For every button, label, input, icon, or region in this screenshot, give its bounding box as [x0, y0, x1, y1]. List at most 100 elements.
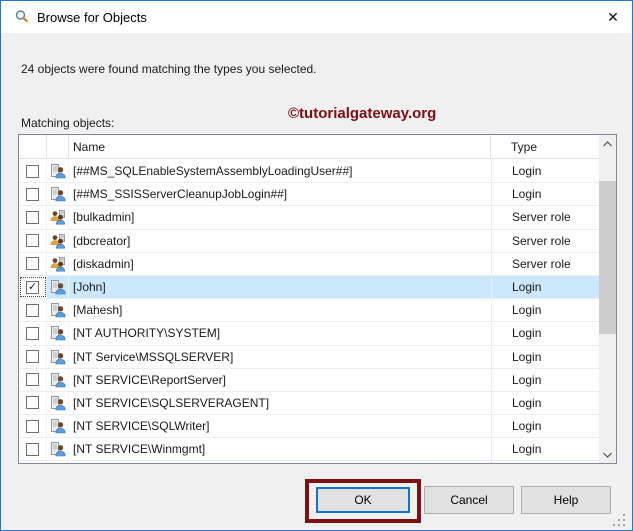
titlebar: Browse for Objects ✕	[1, 1, 632, 33]
ok-button[interactable]: OK	[316, 487, 410, 513]
table-row[interactable]: [NT Service\MSSQLSERVER] Login	[19, 345, 599, 369]
table-row[interactable]: [NT AUTHORITY\SYSTEM] Login	[19, 322, 599, 346]
row-checkbox-cell	[19, 299, 47, 322]
matching-objects-list: Name Type [##MS_SQLEnableSystemAssemblyL…	[18, 134, 617, 464]
results-message: 24 objects were found matching the types…	[21, 62, 317, 76]
table-row[interactable]: [NT SERVICE\SQLWriter] Login	[19, 415, 599, 439]
object-name: [NT SERVICE\SQLWriter]	[73, 419, 210, 434]
row-checkbox[interactable]	[26, 442, 39, 456]
object-name: [NT AUTHORITY\SYSTEM]	[73, 326, 221, 341]
login-icon	[47, 415, 69, 438]
row-checkbox-cell	[19, 368, 47, 391]
object-name: [diskadmin]	[73, 256, 134, 271]
dialog-title: Browse for Objects	[37, 10, 147, 25]
table-row[interactable]: [diskadmin] Server role	[19, 252, 599, 276]
watermark-text: ©tutorialgateway.org	[288, 105, 437, 122]
header-type-column[interactable]: Type	[491, 135, 599, 158]
object-name: [NT SERVICE\SQLSERVERAGENT]	[73, 395, 270, 410]
scroll-up-icon[interactable]	[599, 135, 616, 152]
object-rows: [##MS_SQLEnableSystemAssemblyLoadingUser…	[19, 160, 599, 463]
row-checkbox-cell	[19, 252, 47, 275]
object-name: [NT SERVICE\Winmgmt]	[73, 442, 206, 457]
row-checkbox[interactable]	[26, 396, 39, 410]
table-row[interactable]: [NT SERVICE\Winmgmt] Login	[19, 438, 599, 462]
row-checkbox[interactable]	[26, 257, 39, 271]
login-icon	[47, 299, 69, 322]
cancel-button[interactable]: Cancel	[424, 486, 514, 514]
object-type: Login	[491, 345, 599, 368]
table-row[interactable]: [NT SERVICE\ReportServer] Login	[19, 368, 599, 392]
server-role-icon	[47, 252, 69, 275]
object-type: Login	[491, 391, 599, 415]
login-icon	[47, 322, 69, 345]
vertical-scrollbar[interactable]	[599, 135, 616, 463]
login-icon	[47, 183, 69, 206]
object-type: Login	[491, 160, 599, 183]
object-name: [##MS_SQLEnableSystemAssemblyLoadingUser…	[73, 164, 353, 179]
login-icon	[47, 275, 69, 299]
table-row[interactable]: [##MS_SSISServerCleanupJobLogin##] Login	[19, 183, 599, 207]
resize-grip[interactable]	[613, 514, 627, 528]
object-type: Server role	[491, 229, 599, 252]
row-checkbox-cell	[19, 461, 47, 463]
object-type: Login	[491, 322, 599, 345]
server-role-icon	[47, 229, 69, 252]
object-name: [Mahesh]	[73, 303, 123, 318]
object-name: [bulkadmin]	[73, 210, 135, 225]
table-row[interactable]: [Mahesh] Login	[19, 299, 599, 323]
table-row[interactable]: ✓ [John] Login	[19, 275, 599, 300]
close-icon[interactable]: ✕	[602, 7, 624, 27]
object-type: Login	[491, 275, 599, 299]
list-header: Name Type	[19, 135, 599, 159]
header-icon-column	[47, 135, 69, 158]
scroll-down-icon[interactable]	[599, 446, 616, 463]
object-name: [John]	[73, 280, 106, 295]
login-icon	[47, 368, 69, 391]
object-type	[491, 461, 599, 463]
row-checkbox-cell: ✓	[19, 275, 47, 299]
row-checkbox[interactable]	[26, 164, 39, 178]
table-row[interactable]: [NT SERVICE\SQLSERVERAGENT] Login	[19, 391, 599, 416]
table-row[interactable]	[19, 461, 599, 463]
server-role-icon	[47, 206, 69, 229]
login-icon	[47, 345, 69, 368]
row-checkbox-cell	[19, 183, 47, 206]
row-checkbox[interactable]	[26, 210, 39, 224]
scrollbar-thumb[interactable]	[599, 181, 616, 334]
browse-magnifier-icon	[14, 9, 30, 25]
object-name	[69, 461, 491, 463]
row-checkbox[interactable]: ✓	[26, 280, 39, 294]
row-checkbox[interactable]	[26, 326, 39, 340]
row-checkbox-cell	[19, 206, 47, 229]
login-icon	[47, 438, 69, 461]
help-button[interactable]: Help	[521, 486, 611, 514]
login-icon	[47, 391, 69, 415]
object-type: Login	[491, 299, 599, 322]
object-type: Server role	[491, 252, 599, 275]
header-checkbox-column	[19, 135, 47, 158]
row-checkbox[interactable]	[26, 187, 39, 201]
row-checkbox-cell	[19, 438, 47, 461]
object-name: [NT Service\MSSQLSERVER]	[73, 349, 234, 364]
object-type: Login	[491, 438, 599, 461]
object-type: Login	[491, 183, 599, 206]
object-type: Login	[491, 368, 599, 391]
row-checkbox-cell	[19, 160, 47, 183]
header-name-column[interactable]: Name	[69, 135, 491, 158]
row-checkbox[interactable]	[26, 303, 39, 317]
row-checkbox[interactable]	[26, 419, 39, 433]
login-icon	[47, 461, 69, 463]
table-row[interactable]: [bulkadmin] Server role	[19, 206, 599, 230]
object-name: [dbcreator]	[73, 233, 131, 248]
row-checkbox-cell	[19, 229, 47, 252]
row-checkbox[interactable]	[26, 234, 39, 248]
row-checkbox-cell	[19, 415, 47, 438]
row-checkbox[interactable]	[26, 373, 39, 387]
browse-for-objects-dialog: Browse for Objects ✕ 24 objects were fou…	[0, 0, 633, 531]
table-row[interactable]: [dbcreator] Server role	[19, 229, 599, 253]
table-row[interactable]: [##MS_SQLEnableSystemAssemblyLoadingUser…	[19, 160, 599, 184]
object-type: Server role	[491, 206, 599, 229]
object-name: [##MS_SSISServerCleanupJobLogin##]	[73, 187, 288, 202]
row-checkbox-cell	[19, 322, 47, 345]
row-checkbox[interactable]	[26, 350, 39, 364]
